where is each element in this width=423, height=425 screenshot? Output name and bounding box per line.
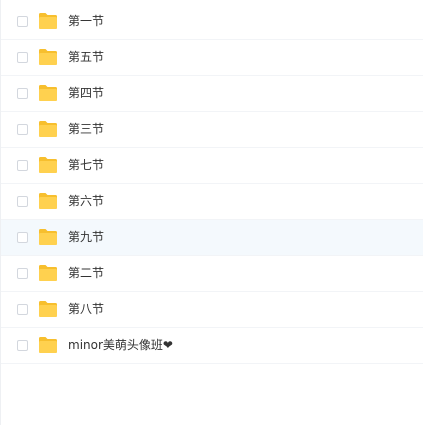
row-checkbox[interactable] <box>17 196 28 207</box>
folder-icon <box>39 265 57 281</box>
file-name[interactable]: minor美萌头像班❤ <box>68 338 173 353</box>
folder-icon <box>39 193 57 209</box>
file-row[interactable]: 第一节 <box>1 4 423 40</box>
row-checkbox[interactable] <box>17 52 28 63</box>
file-name[interactable]: 第八节 <box>68 302 104 317</box>
file-name[interactable]: 第七节 <box>68 158 104 173</box>
row-checkbox[interactable] <box>17 304 28 315</box>
file-row[interactable]: 第三节 <box>1 112 423 148</box>
file-row[interactable]: minor美萌头像班❤ <box>1 328 423 364</box>
file-list-panel: 第一节 第五节 第四节 第三节 第七节 第六节 第九节 第二节 第八节 mino… <box>0 0 423 425</box>
file-row[interactable]: 第二节 <box>1 256 423 292</box>
file-name[interactable]: 第一节 <box>68 14 104 29</box>
row-checkbox[interactable] <box>17 124 28 135</box>
folder-icon <box>39 121 57 137</box>
folder-icon <box>39 85 57 101</box>
folder-icon <box>39 49 57 65</box>
file-name[interactable]: 第九节 <box>68 230 104 245</box>
row-checkbox[interactable] <box>17 16 28 27</box>
row-checkbox[interactable] <box>17 340 28 351</box>
file-list: 第一节 第五节 第四节 第三节 第七节 第六节 第九节 第二节 第八节 mino… <box>1 4 423 364</box>
file-row[interactable]: 第六节 <box>1 184 423 220</box>
row-checkbox[interactable] <box>17 88 28 99</box>
folder-icon <box>39 301 57 317</box>
folder-icon <box>39 157 57 173</box>
folder-icon <box>39 229 57 245</box>
file-name[interactable]: 第六节 <box>68 194 104 209</box>
file-row[interactable]: 第四节 <box>1 76 423 112</box>
file-name[interactable]: 第三节 <box>68 122 104 137</box>
file-row[interactable]: 第八节 <box>1 292 423 328</box>
folder-icon <box>39 337 57 353</box>
file-name[interactable]: 第五节 <box>68 50 104 65</box>
file-name[interactable]: 第四节 <box>68 86 104 101</box>
row-checkbox[interactable] <box>17 268 28 279</box>
row-checkbox[interactable] <box>17 232 28 243</box>
file-name[interactable]: 第二节 <box>68 266 104 281</box>
folder-icon <box>39 13 57 29</box>
file-row[interactable]: 第五节 <box>1 40 423 76</box>
file-row[interactable]: 第九节 <box>1 220 423 256</box>
row-checkbox[interactable] <box>17 160 28 171</box>
file-row[interactable]: 第七节 <box>1 148 423 184</box>
